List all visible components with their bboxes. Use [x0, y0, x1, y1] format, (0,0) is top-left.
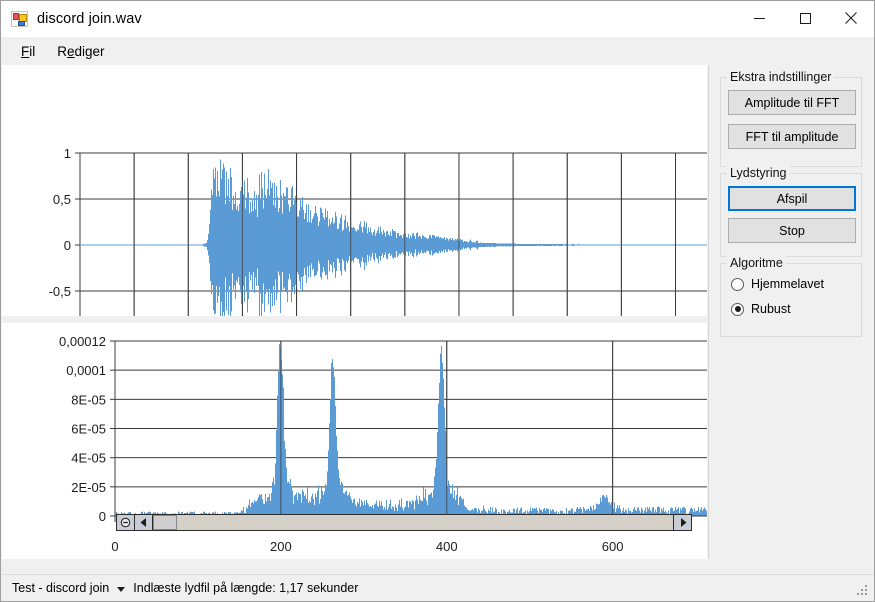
menu-item-rediger[interactable]: Rediger [46, 40, 115, 63]
svg-text:-0,5: -0,5 [49, 284, 71, 299]
menu-item-rediger-rest: diger [75, 44, 105, 59]
maximize-button[interactable] [782, 1, 828, 35]
radio-hjemmelavet[interactable]: Hjemmelavet [731, 277, 824, 291]
group-title-algoritme: Algoritme [727, 256, 786, 270]
status-message: Indlæste lydfil på længde: 1,17 sekunder [133, 581, 358, 595]
minimize-button[interactable] [736, 1, 782, 35]
scroll-left-button[interactable] [135, 515, 153, 530]
menu-item-fil-rest: il [29, 44, 35, 59]
group-lydstyring: Lydstyring Afspil Stop [720, 173, 862, 257]
zoom-out-button[interactable] [117, 515, 135, 530]
group-title-lydstyring: Lydstyring [727, 166, 790, 180]
menu-bar: Fil Rediger [2, 37, 873, 65]
svg-text:0,00012: 0,00012 [59, 334, 106, 349]
resize-grip-icon[interactable] [855, 583, 869, 597]
radio-rubust-label: Rubust [751, 302, 791, 316]
amplitude-til-fft-button[interactable]: Amplitude til FFT [728, 90, 856, 115]
arrow-right-icon [679, 518, 687, 527]
svg-text:0: 0 [99, 509, 106, 524]
window-title: discord join.wav [37, 11, 142, 27]
minimize-icon [754, 13, 765, 24]
fft-chart-scrollbar[interactable] [116, 514, 692, 531]
group-ekstra-indstillinger: Ekstra indstillinger Amplitude til FFT F… [720, 77, 862, 167]
svg-text:1: 1 [64, 146, 71, 161]
close-button[interactable] [828, 1, 874, 35]
svg-text:0,0001: 0,0001 [66, 363, 106, 378]
status-dropdown-button[interactable]: Test - discord join [12, 581, 127, 595]
svg-text:0: 0 [111, 539, 118, 554]
status-dropdown-label: Test - discord join [12, 581, 109, 595]
zoom-out-icon [120, 517, 131, 528]
status-bar: Test - discord join Indlæste lydfil på l… [2, 574, 873, 600]
radio-rubust[interactable]: Rubust [731, 302, 791, 316]
svg-text:0,5: 0,5 [53, 192, 71, 207]
scrollbar-thumb[interactable] [153, 515, 177, 530]
svg-text:4E-05: 4E-05 [71, 451, 106, 466]
waveform-chart-svg: -1-0,500,5100,20,40,60,811,21,41,61,822,… [2, 65, 707, 316]
arrow-left-icon [140, 518, 148, 527]
fft-til-amplitude-button[interactable]: FFT til amplitude [728, 124, 856, 149]
svg-text:2E-05: 2E-05 [71, 480, 106, 495]
radio-unselected-icon [731, 278, 744, 291]
window-controls [736, 1, 874, 35]
settings-panel: Ekstra indstillinger Amplitude til FFT F… [708, 65, 873, 559]
waveform-chart[interactable]: -1-0,500,5100,20,40,60,811,21,41,61,822,… [2, 65, 707, 316]
stop-button[interactable]: Stop [728, 218, 856, 243]
svg-text:6E-05: 6E-05 [71, 422, 106, 437]
svg-text:8E-05: 8E-05 [71, 392, 106, 407]
svg-text:200: 200 [270, 539, 292, 554]
close-icon [845, 12, 857, 24]
title-bar: discord join.wav [1, 1, 874, 37]
svg-text:0: 0 [64, 238, 71, 253]
svg-text:400: 400 [436, 539, 458, 554]
afspil-button[interactable]: Afspil [728, 186, 856, 211]
svg-text:600: 600 [602, 539, 624, 554]
maximize-icon [800, 13, 811, 24]
radio-selected-icon [731, 303, 744, 316]
menu-item-fil[interactable]: Fil [10, 40, 46, 63]
chevron-down-icon [117, 581, 125, 595]
radio-hjemmelavet-label: Hjemmelavet [751, 277, 824, 291]
winforms-app-icon [11, 11, 28, 27]
scrollbar-track[interactable] [177, 515, 673, 530]
group-algoritme: Algoritme Hjemmelavet Rubust [720, 263, 862, 337]
scroll-right-button[interactable] [673, 515, 691, 530]
app-window: discord join.wav Fil [0, 0, 875, 602]
group-title-ekstra: Ekstra indstillinger [727, 70, 834, 84]
